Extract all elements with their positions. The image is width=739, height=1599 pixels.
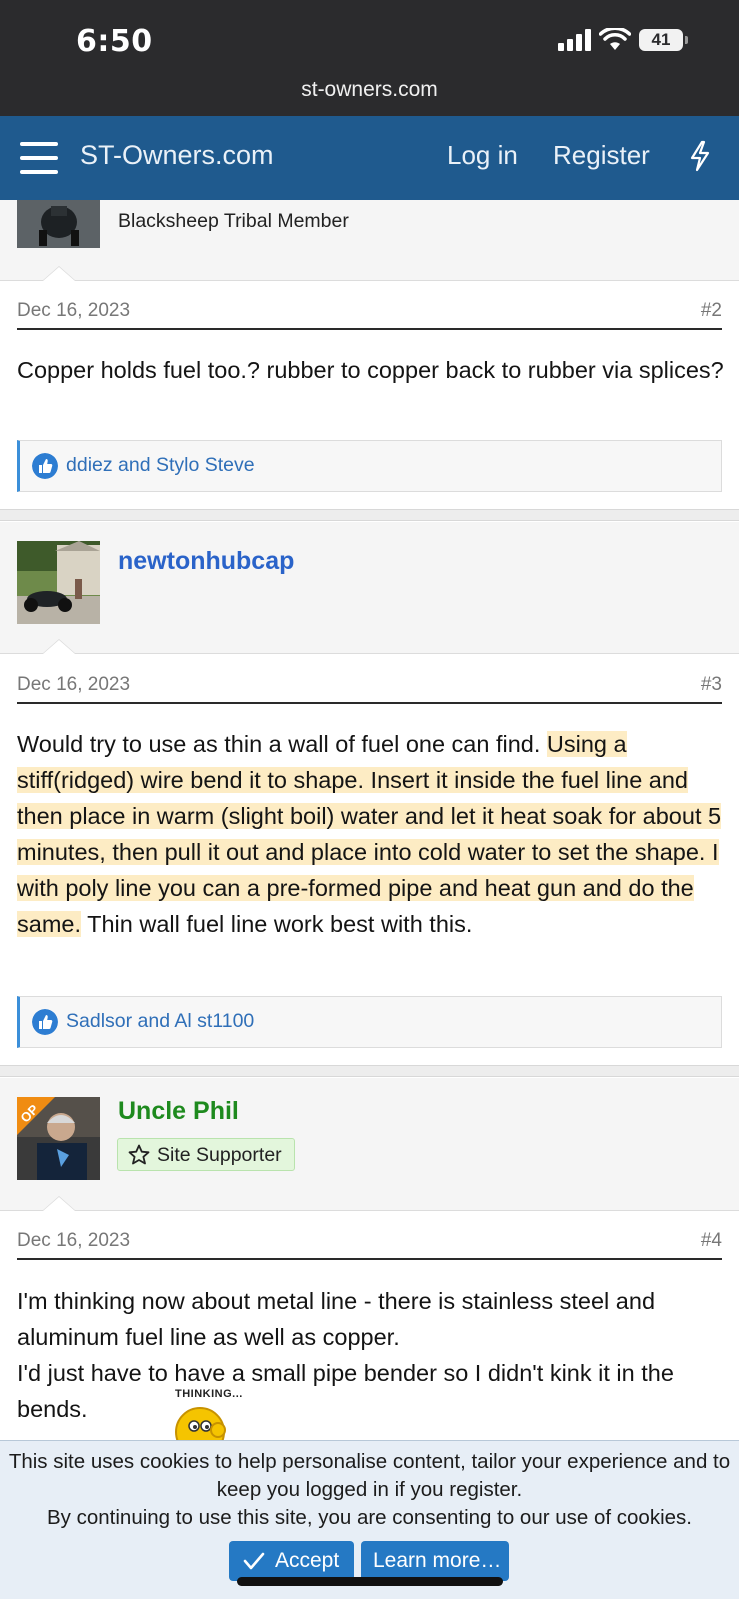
menu-icon[interactable] bbox=[20, 142, 58, 174]
post-arrow bbox=[42, 639, 76, 654]
signal-icon bbox=[558, 29, 591, 51]
accept-label: Accept bbox=[275, 1549, 340, 1572]
user-title: Blacksheep Tribal Member bbox=[118, 210, 349, 232]
post-date[interactable]: Dec 16, 2023 bbox=[17, 1230, 130, 1252]
status-bar: 6:50 41 st-owners.com bbox=[0, 0, 739, 116]
cookie-consent-text: By continuing to use this site, you are … bbox=[47, 1506, 692, 1529]
divider bbox=[0, 653, 739, 654]
post-separator bbox=[0, 509, 739, 521]
divider bbox=[0, 1210, 739, 1211]
avatar[interactable] bbox=[17, 541, 100, 624]
post-1-header: Blacksheep Tribal Member bbox=[0, 200, 739, 280]
wifi-icon bbox=[599, 28, 631, 50]
register-link[interactable]: Register bbox=[553, 140, 650, 171]
page: 6:50 41 st-owners.com ST-Owners.com Log … bbox=[0, 0, 739, 1599]
post-3-reactions[interactable]: Sadlsor and Al st1100 bbox=[17, 996, 722, 1048]
username[interactable]: newtonhubcap bbox=[118, 547, 294, 576]
post-3-header: newtonhubcap bbox=[0, 522, 739, 653]
post-paragraph: I'd just have to have a small pipe bende… bbox=[17, 1360, 674, 1422]
badge-label: Site Supporter bbox=[157, 1144, 282, 1166]
post-4-header: OP Uncle Phil bbox=[0, 1078, 739, 1210]
post-paragraph: I'm thinking now about metal line - ther… bbox=[17, 1288, 656, 1350]
like-icon bbox=[32, 1009, 58, 1035]
check-icon bbox=[243, 1552, 265, 1570]
thinking-smiley-label: THINKING... bbox=[175, 1388, 243, 1400]
like-icon bbox=[32, 453, 58, 479]
post-number[interactable]: #2 bbox=[701, 300, 722, 322]
status-icons: 41 bbox=[558, 28, 688, 52]
post-3-body: Would try to use as thin a wall of fuel … bbox=[17, 726, 725, 942]
url-bar[interactable]: st-owners.com bbox=[0, 78, 739, 102]
site-logo-text[interactable]: ST-Owners.com bbox=[80, 140, 274, 171]
accept-cookies-button[interactable]: Accept bbox=[229, 1541, 354, 1581]
site-supporter-badge: Site Supporter bbox=[117, 1138, 295, 1171]
learn-more-button[interactable]: Learn more… bbox=[361, 1541, 509, 1581]
divider bbox=[0, 280, 739, 281]
battery-icon: 41 bbox=[639, 29, 688, 51]
cookie-notice: This site uses cookies to help personali… bbox=[0, 1440, 739, 1599]
login-link[interactable]: Log in bbox=[447, 140, 518, 171]
post-text-plain: Would try to use as thin a wall of fuel … bbox=[17, 731, 547, 757]
post-arrow bbox=[42, 266, 76, 281]
post-text-highlight: Using a stiff(ridged) wire bend it to sh… bbox=[17, 731, 722, 937]
thinking-smiley-icon bbox=[175, 1407, 226, 1442]
avatar[interactable] bbox=[17, 200, 100, 248]
post-number[interactable]: #3 bbox=[701, 674, 722, 696]
post-arrow bbox=[42, 1196, 76, 1211]
post-4-body: I'm thinking now about metal line - ther… bbox=[17, 1283, 725, 1427]
post-date[interactable]: Dec 16, 2023 bbox=[17, 674, 130, 696]
cookie-text: This site uses cookies to help personali… bbox=[8, 1450, 731, 1501]
post-date[interactable]: Dec 16, 2023 bbox=[17, 300, 130, 322]
post-2-meta: Dec 16, 2023 #2 bbox=[17, 298, 722, 330]
post-4-meta: Dec 16, 2023 #4 bbox=[17, 1228, 722, 1260]
post-3-meta: Dec 16, 2023 #3 bbox=[17, 672, 722, 704]
star-icon bbox=[128, 1144, 150, 1165]
reaction-users[interactable]: Sadlsor and Al st1100 bbox=[66, 1010, 254, 1033]
reaction-users[interactable]: ddiez and Stylo Steve bbox=[66, 454, 255, 477]
post-2-body: Copper holds fuel too.? rubber to copper… bbox=[17, 357, 724, 383]
home-indicator[interactable] bbox=[237, 1577, 503, 1586]
learn-more-label: Learn more… bbox=[373, 1549, 502, 1572]
site-navbar: ST-Owners.com Log in Register bbox=[0, 116, 739, 200]
username[interactable]: Uncle Phil bbox=[118, 1097, 239, 1126]
post-separator bbox=[0, 1065, 739, 1077]
whats-new-bolt-icon[interactable] bbox=[688, 140, 712, 172]
post-2-reactions[interactable]: ddiez and Stylo Steve bbox=[17, 440, 722, 492]
post-text-plain: Thin wall fuel line work best with this. bbox=[81, 911, 473, 937]
avatar[interactable]: OP bbox=[17, 1097, 100, 1180]
status-time: 6:50 bbox=[76, 24, 153, 59]
post-number[interactable]: #4 bbox=[701, 1230, 722, 1252]
